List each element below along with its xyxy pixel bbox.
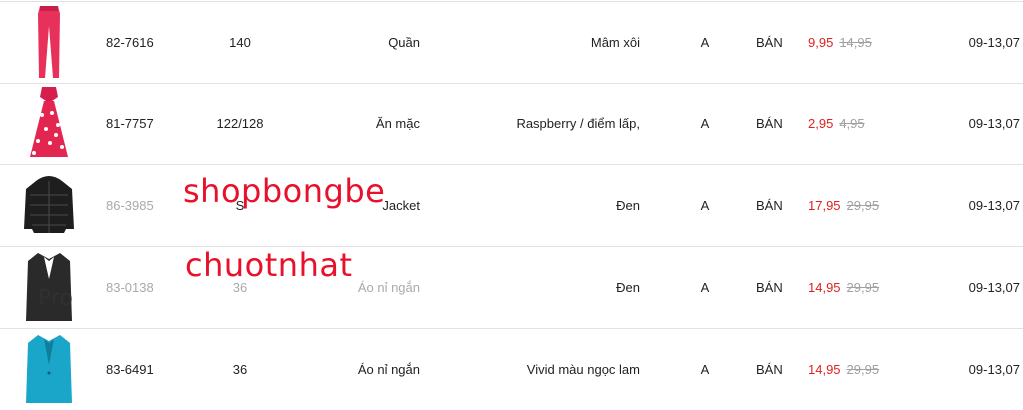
pink-pants-icon[interactable] [22,4,76,80]
product-table: 82-7616 140 Quần Mâm xôi A BÁN 9,95 14,95… [0,0,1023,403]
article-number: 83-0138 [106,280,154,295]
article-number: 83-6491 [106,362,154,377]
polka-dot-dress-icon[interactable] [22,85,76,161]
watermark-pro: Pro [38,286,73,311]
date-range: 09-13,07 [968,35,1020,50]
product-color: Mâm xôi [590,35,640,50]
table-row[interactable]: 83-0138 36 Áo nỉ ngắn Đen A BÁN 14,95 29,… [0,247,1023,329]
date-range: 09-13,07 [968,362,1020,377]
date-range: 09-13,07 [968,280,1020,295]
original-price: 29,95 [846,198,880,213]
sale-price: 17,95 [808,198,841,213]
status-label: BÁN [756,35,783,50]
price-cell: 14,95 29,95 [808,329,928,410]
watermark-user: chuotnhat [185,246,353,284]
turquoise-blazer-icon[interactable] [22,331,76,407]
sale-price: 2,95 [808,116,834,131]
status-label: BÁN [756,280,783,295]
watermark-shop: shopbongbe [183,172,386,210]
size: 36 [232,362,248,377]
sale-price: 9,95 [808,35,834,50]
status-label: BÁN [756,116,783,131]
table-row[interactable]: 81-7757 122/128 Ăn mặc Raspberry / điểm … [0,83,1023,165]
original-price: 14,95 [839,35,872,50]
date-range: 09-13,07 [968,116,1020,131]
product-color: Đen [616,280,640,295]
date-range: 09-13,07 [968,198,1020,213]
status-label: BÁN [756,198,783,213]
grade: A [700,116,710,131]
original-price: 29,95 [846,280,880,295]
grade: A [700,198,710,213]
grade: A [700,35,710,50]
price-cell: 17,95 29,95 [808,165,928,246]
grade: A [700,280,710,295]
article-number: 81-7757 [106,116,154,131]
size: 140 [229,35,251,50]
sale-price: 14,95 [808,280,841,295]
sale-price: 14,95 [808,362,841,377]
article-number: 82-7616 [106,35,154,50]
black-puffer-jacket-icon[interactable] [22,167,76,243]
table-row[interactable]: 83-6491 36 Áo nỉ ngắn Vivid màu ngọc lam… [0,329,1023,410]
original-price: 4,95 [839,116,865,131]
price-cell: 14,95 29,95 [808,247,928,328]
product-type: Quần [388,35,420,50]
article-number: 86-3985 [106,198,154,213]
product-type: Ăn mặc [375,116,420,131]
table-row[interactable]: 82-7616 140 Quần Mâm xôi A BÁN 9,95 14,95… [0,1,1023,84]
table-row[interactable]: 86-3985 S Jacket Đen A BÁN 17,95 29,95 09… [0,165,1023,247]
grade: A [700,362,710,377]
price-cell: 9,95 14,95 [808,2,928,83]
size: 122/128 [216,116,264,131]
product-color: Vivid màu ngọc lam [526,362,640,377]
product-color: Raspberry / điểm lấp, [516,116,640,131]
original-price: 29,95 [846,362,880,377]
product-color: Đen [616,198,640,213]
product-type: Áo nỉ ngắn [357,362,420,377]
price-cell: 2,95 4,95 [808,83,928,164]
status-label: BÁN [756,362,783,377]
